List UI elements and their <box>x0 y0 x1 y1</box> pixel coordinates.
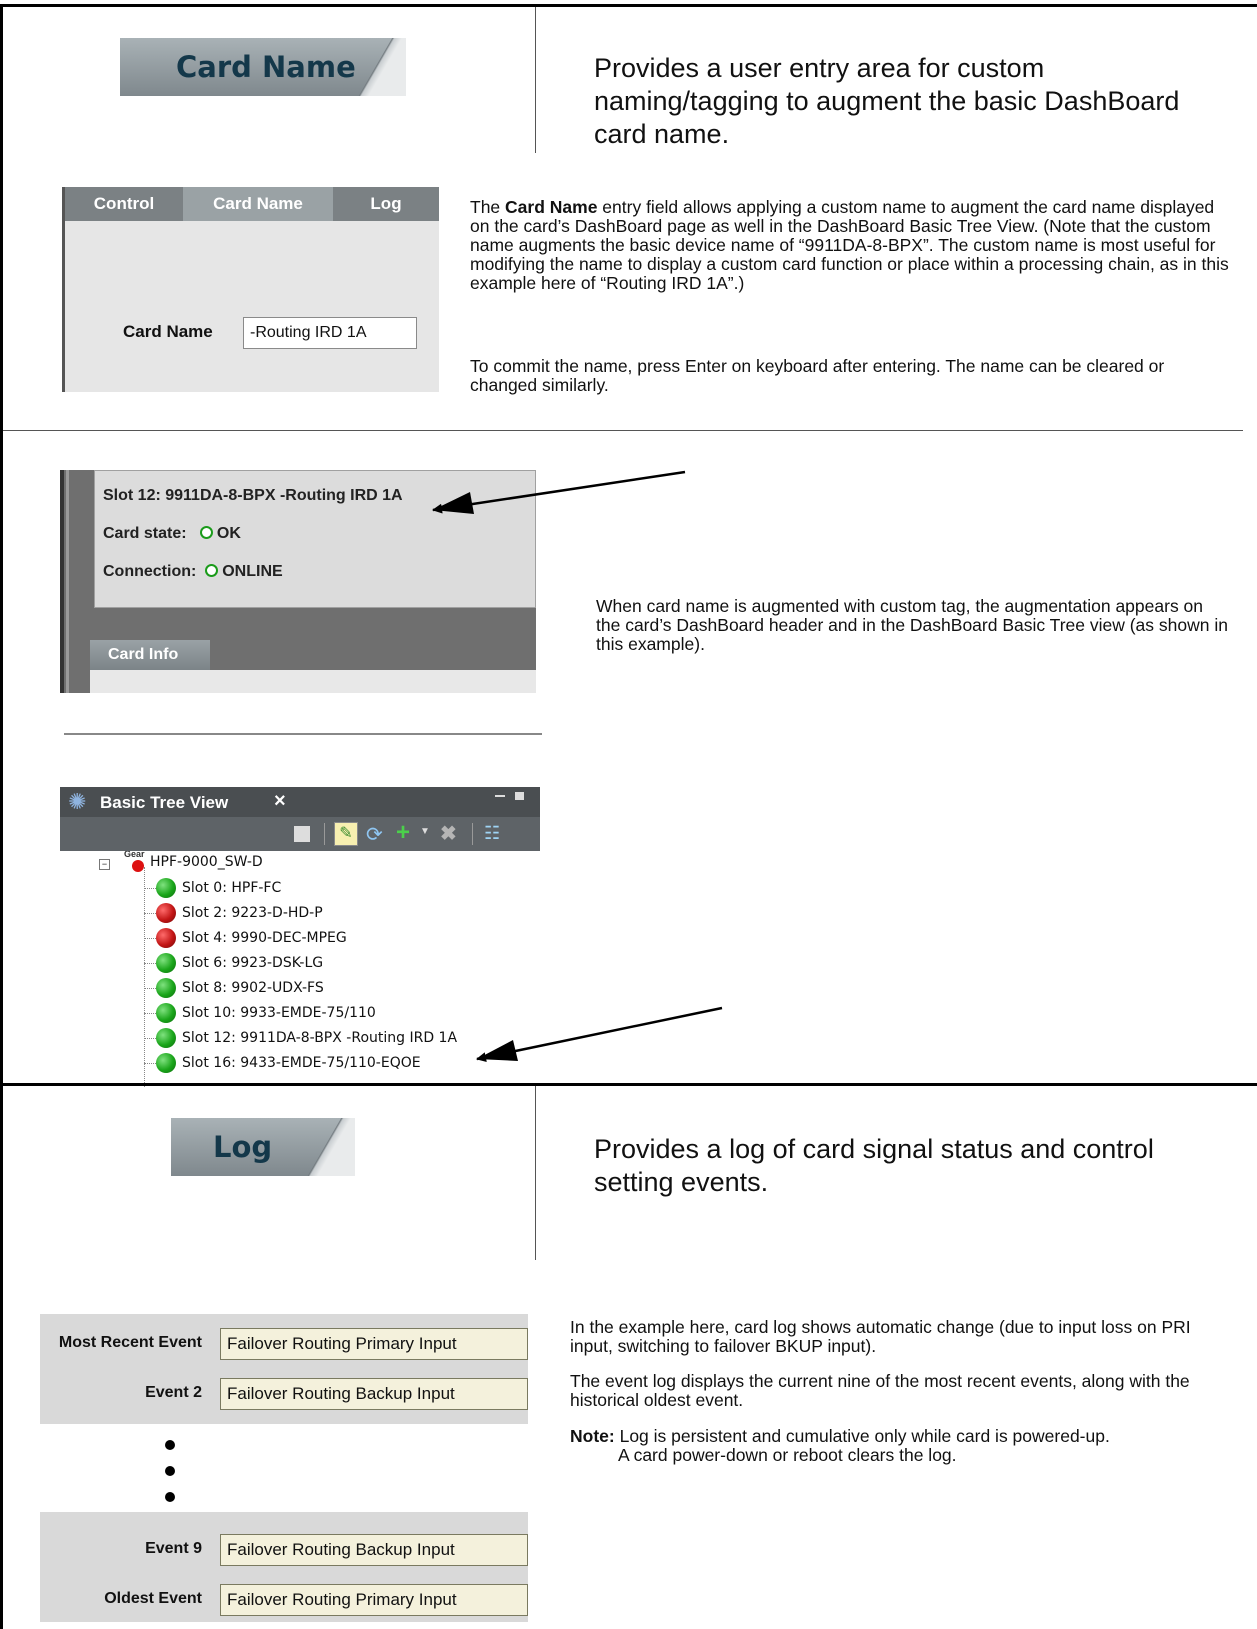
event-2-label: Event 2 <box>145 1384 202 1401</box>
ellipsis-dot-2 <box>165 1466 175 1476</box>
arrowhead-tree-item <box>477 1040 518 1061</box>
log-tab-image: Log <box>171 1118 355 1176</box>
most-recent-event-field[interactable]: Failover Routing Primary Input <box>220 1328 528 1360</box>
event-9-label: Event 9 <box>145 1540 202 1557</box>
arrowhead-header <box>433 492 474 514</box>
log-panel-bottom: Event 9 Failover Routing Backup Input Ol… <box>40 1512 528 1622</box>
event-2-field[interactable]: Failover Routing Backup Input <box>220 1378 528 1410</box>
log-tab-label: Log <box>213 1130 273 1164</box>
most-recent-event-label: Most Recent Event <box>58 1334 202 1351</box>
ellipsis-dot-1 <box>165 1440 175 1450</box>
event-9-field[interactable]: Failover Routing Backup Input <box>220 1534 528 1566</box>
log-panel-top: Most Recent Event Failover Routing Prima… <box>40 1314 528 1424</box>
ellipsis-dot-3 <box>165 1492 175 1502</box>
oldest-event-label: Oldest Event <box>104 1590 202 1607</box>
log-note: Note: Log is persistent and cumulative o… <box>570 1426 1110 1465</box>
log-paragraph-1: In the example here, card log shows auto… <box>570 1317 1191 1356</box>
log-paragraph-2: The event log displays the current nine … <box>570 1371 1190 1410</box>
log-description: Provides a log of card signal status and… <box>594 1134 1154 1197</box>
oldest-event-field[interactable]: Failover Routing Primary Input <box>220 1584 528 1616</box>
column-divider-log <box>535 1086 536 1260</box>
section-divider-thick <box>0 1083 1257 1086</box>
